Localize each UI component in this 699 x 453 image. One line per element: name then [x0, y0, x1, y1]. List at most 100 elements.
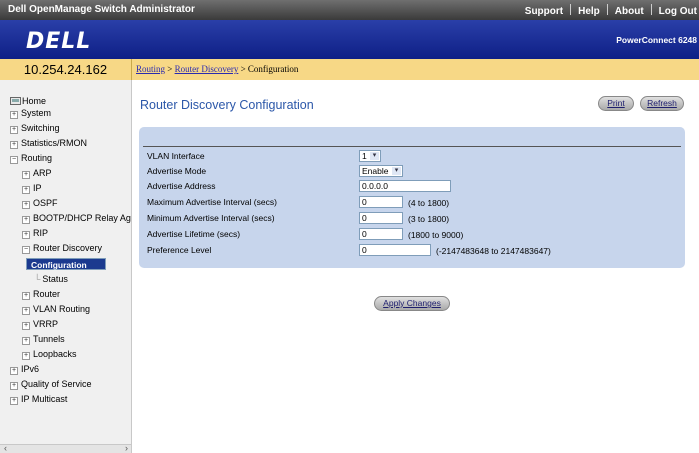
expand-icon[interactable]: +	[10, 382, 18, 390]
nav-label: Tunnels	[33, 334, 65, 344]
min-interval-range: (3 to 1800)	[408, 214, 450, 224]
breadcrumb-current: Configuration	[247, 64, 299, 74]
nav-label: VRRP	[33, 319, 59, 329]
form-row-advertise-mode: Advertise Mode Enable ▾	[143, 164, 681, 179]
breadcrumb-separator: >	[238, 64, 248, 74]
collapse-icon[interactable]: −	[10, 156, 18, 164]
collapse-icon[interactable]: −	[22, 246, 30, 254]
expand-icon[interactable]: +	[22, 352, 30, 360]
nav-item-ip-multicast[interactable]: + IP Multicast	[10, 394, 67, 405]
form-row-min-interval: Minimum Advertise Interval (secs) (3 to …	[143, 211, 681, 226]
max-interval-input[interactable]	[359, 196, 403, 208]
nav-label: IP	[33, 183, 42, 193]
nav-item-vlan-routing[interactable]: + VLAN Routing	[22, 304, 90, 315]
nav-item-status[interactable]: └ Status	[34, 274, 68, 284]
vlan-interface-label: VLAN Interface	[147, 151, 205, 161]
nav-label: IPv6	[21, 364, 40, 374]
scroll-left-icon[interactable]: ‹	[4, 443, 7, 453]
nav-item-ipv6[interactable]: + IPv6	[10, 364, 39, 375]
lifetime-range: (1800 to 9000)	[408, 230, 464, 240]
about-link[interactable]: About	[615, 6, 644, 17]
page-title: Router Discovery Configuration	[140, 98, 314, 112]
expand-icon[interactable]: +	[22, 216, 30, 224]
expand-icon[interactable]: +	[22, 231, 30, 239]
nav-item-switching[interactable]: + Switching	[10, 123, 60, 134]
lifetime-label: Advertise Lifetime (secs)	[147, 229, 241, 239]
form-row-lifetime: Advertise Lifetime (secs) (1800 to 9000)	[143, 227, 681, 242]
min-interval-label: Minimum Advertise Interval (secs)	[147, 213, 275, 223]
nav-label: Loopbacks	[33, 349, 77, 359]
brand-bar: DELL PowerConnect 6248	[0, 20, 699, 59]
home-icon	[10, 97, 21, 105]
preference-input[interactable]	[359, 244, 431, 256]
nav-label: Router	[33, 289, 61, 299]
tree-line: └	[34, 274, 41, 284]
breadcrumb-routing-link[interactable]: Routing	[136, 64, 165, 74]
expand-icon[interactable]: +	[10, 126, 18, 134]
nav-item-home[interactable]: Home	[10, 96, 46, 106]
form-row-advertise-address: Advertise Address	[143, 179, 681, 194]
advertise-mode-select[interactable]: Enable ▾	[359, 165, 403, 177]
nav-item-tunnels[interactable]: + Tunnels	[22, 334, 65, 345]
nav-item-router[interactable]: + Router	[22, 289, 60, 300]
nav-item-statistics-rmon[interactable]: + Statistics/RMON	[10, 138, 87, 149]
title-bar: Dell OpenManage Switch Administrator Sup…	[0, 0, 699, 20]
advertise-address-input[interactable]	[359, 180, 451, 192]
nav-label: Configuration	[31, 260, 87, 270]
nav-item-arp[interactable]: + ARP	[22, 168, 52, 179]
expand-icon[interactable]: +	[10, 141, 18, 149]
nav-item-router-discovery[interactable]: − Router Discovery	[22, 243, 102, 254]
expand-icon[interactable]: +	[22, 201, 30, 209]
divider	[606, 4, 608, 15]
expand-icon[interactable]: +	[10, 397, 18, 405]
nav-label: System	[21, 108, 52, 118]
horizontal-scrollbar[interactable]: ‹ ›	[0, 443, 131, 453]
nav-label: ARP	[33, 168, 52, 178]
apply-changes-button[interactable]: Apply Changes	[374, 296, 450, 311]
expand-icon[interactable]: +	[22, 337, 30, 345]
nav-label: Quality of Service	[21, 379, 92, 389]
print-button[interactable]: Print	[598, 96, 634, 111]
switch-ip-address: 10.254.24.162	[0, 59, 132, 80]
expand-icon[interactable]: +	[22, 186, 30, 194]
help-link[interactable]: Help	[578, 6, 600, 17]
nav-item-quality-of-service[interactable]: + Quality of Service	[10, 379, 92, 390]
expand-icon[interactable]: +	[22, 322, 30, 330]
nav-label: IP Multicast	[21, 394, 68, 404]
breadcrumb-router-discovery-link[interactable]: Router Discovery	[175, 64, 239, 74]
support-link[interactable]: Support	[525, 6, 563, 17]
scroll-right-icon[interactable]: ›	[125, 443, 128, 453]
nav-item-bootp-dhcp-relay-agent[interactable]: +BOOTP/DHCP Relay Agent	[22, 213, 131, 224]
form-row-preference: Preference Level (-2147483648 to 2147483…	[143, 243, 681, 258]
app-title: Dell OpenManage Switch Administrator	[8, 4, 195, 15]
select-value: 1	[362, 151, 367, 161]
min-interval-input[interactable]	[359, 212, 403, 224]
nav-item-vrrp[interactable]: + VRRP	[22, 319, 58, 330]
divider	[570, 4, 572, 15]
breadcrumb-separator: >	[165, 64, 175, 74]
expand-icon[interactable]: +	[22, 171, 30, 179]
expand-icon[interactable]: +	[22, 307, 30, 315]
dell-logo: DELL	[26, 29, 92, 54]
nav-item-ospf[interactable]: + OSPF	[22, 198, 58, 209]
lifetime-input[interactable]	[359, 228, 403, 240]
vlan-interface-select[interactable]: 1 ▾	[359, 150, 381, 162]
breadcrumb: Routing > Router Discovery > Configurati…	[132, 59, 699, 80]
expand-icon[interactable]: +	[10, 367, 18, 375]
logout-link[interactable]: Log Out	[659, 6, 697, 17]
expand-icon[interactable]: +	[22, 292, 30, 300]
refresh-button[interactable]: Refresh	[640, 96, 684, 111]
divider	[143, 146, 681, 147]
product-name: PowerConnect 6248	[616, 35, 697, 45]
nav-item-ip[interactable]: + IP	[22, 183, 42, 194]
nav-label: RIP	[33, 228, 49, 238]
divider	[650, 4, 652, 15]
nav-item-loopbacks[interactable]: + Loopbacks	[22, 349, 77, 360]
nav-item-routing[interactable]: − Routing	[10, 153, 52, 164]
nav-item-rip[interactable]: + RIP	[22, 228, 48, 239]
nav-item-configuration[interactable]: Configuration	[26, 258, 106, 270]
navigation-tree: Home + System + Switching + Statistics/RMON…	[0, 80, 132, 453]
nav-item-system[interactable]: + System	[10, 108, 51, 119]
nav-label: Status	[42, 274, 68, 284]
expand-icon[interactable]: +	[10, 111, 18, 119]
